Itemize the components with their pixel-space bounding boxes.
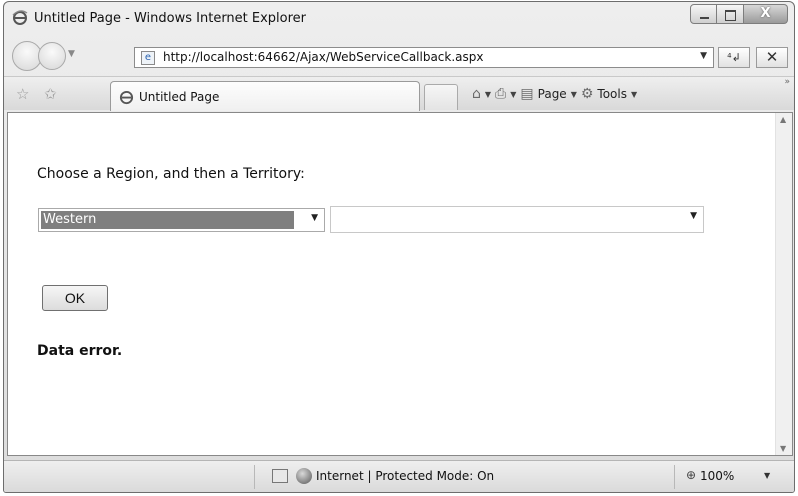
favorites-star-icon[interactable]: ☆ [16,85,29,103]
page-icon: e [141,51,155,65]
error-message: Data error. [37,343,123,359]
window-controls: X [690,4,788,26]
zoom-level[interactable]: 100% [700,469,734,483]
home-dropdown-icon[interactable]: ▼ [485,90,491,99]
vertical-scrollbar[interactable]: ▲ ▼ [775,113,792,455]
tab-untitled-page[interactable]: Untitled Page [110,81,420,111]
maximize-button[interactable] [717,4,744,24]
window-title: Untitled Page - Windows Internet Explore… [34,11,307,26]
minimize-button[interactable] [690,4,717,24]
address-bar[interactable]: e http://localhost:64662/Ajax/WebService… [134,47,714,68]
tools-menu[interactable]: Tools [597,87,627,101]
browser-window: Untitled Page - Windows Internet Explore… [3,1,795,493]
close-icon: X [760,6,771,21]
tab-label: Untitled Page [139,90,220,104]
add-favorites-icon[interactable]: ✩ [44,85,57,103]
close-button[interactable]: X [744,4,788,24]
recent-pages-dropdown[interactable]: ▼ [68,49,75,59]
address-dropdown-icon[interactable]: ▼ [700,51,707,61]
url-text[interactable]: http://localhost:64662/Ajax/WebServiceCa… [163,50,484,64]
forward-button[interactable] [38,42,66,70]
stop-button[interactable]: ✕ [756,47,788,68]
tools-dropdown-icon[interactable]: ▼ [631,90,637,99]
scroll-up-icon[interactable]: ▲ [780,115,786,124]
page-menu[interactable]: Page [538,87,567,101]
instruction-text: Choose a Region, and then a Territory: [37,166,305,182]
refresh-button[interactable]: ⁴↲ [718,47,750,68]
status-divider [254,465,255,489]
refresh-icon: ⁴↲ [727,51,741,64]
tab-bar: ☆ ✩ Untitled Page ⌂ ▼ ⎙ ▼ ▤ Page ▼ ⚙ Too… [4,76,794,111]
gear-icon: ⚙ [580,86,594,102]
ie-logo-icon [119,90,134,105]
globe-icon [296,468,312,484]
territory-select[interactable]: ▼ [330,206,704,233]
navigation-bar: ▼ e http://localhost:64662/Ajax/WebServi… [4,38,794,74]
chevron-down-icon[interactable]: ▼ [690,211,697,221]
status-divider [674,465,675,489]
ok-button[interactable]: OK [42,285,108,311]
zoom-dropdown-icon[interactable]: ▼ [764,471,770,480]
monitor-icon [272,469,288,483]
page-menu-icon: ▤ [520,86,534,102]
stop-icon: ✕ [765,48,779,66]
title-bar: Untitled Page - Windows Internet Explore… [4,2,794,36]
region-select[interactable]: Western ▼ [38,208,325,232]
command-bar: ⌂ ▼ ⎙ ▼ ▤ Page ▼ ⚙ Tools ▼ [472,83,637,105]
security-zone-text[interactable]: Internet | Protected Mode: On [316,469,494,483]
page-dropdown-icon[interactable]: ▼ [571,90,577,99]
zoom-icon: ⊕ [686,468,697,482]
chevron-down-icon[interactable]: ▼ [311,213,318,223]
region-selected-value: Western [41,211,294,229]
print-icon[interactable]: ⎙ [495,86,506,102]
ie-logo-icon [12,10,28,25]
status-bar: Internet | Protected Mode: On ⊕ 100% ▼ [4,460,794,492]
print-dropdown-icon[interactable]: ▼ [510,90,516,99]
new-tab-button[interactable] [424,84,458,110]
page-content: Choose a Region, and then a Territory: W… [7,112,793,456]
home-icon[interactable]: ⌂ [472,86,481,102]
scroll-down-icon[interactable]: ▼ [780,444,786,453]
chevron-more-icon[interactable]: » [784,77,790,87]
